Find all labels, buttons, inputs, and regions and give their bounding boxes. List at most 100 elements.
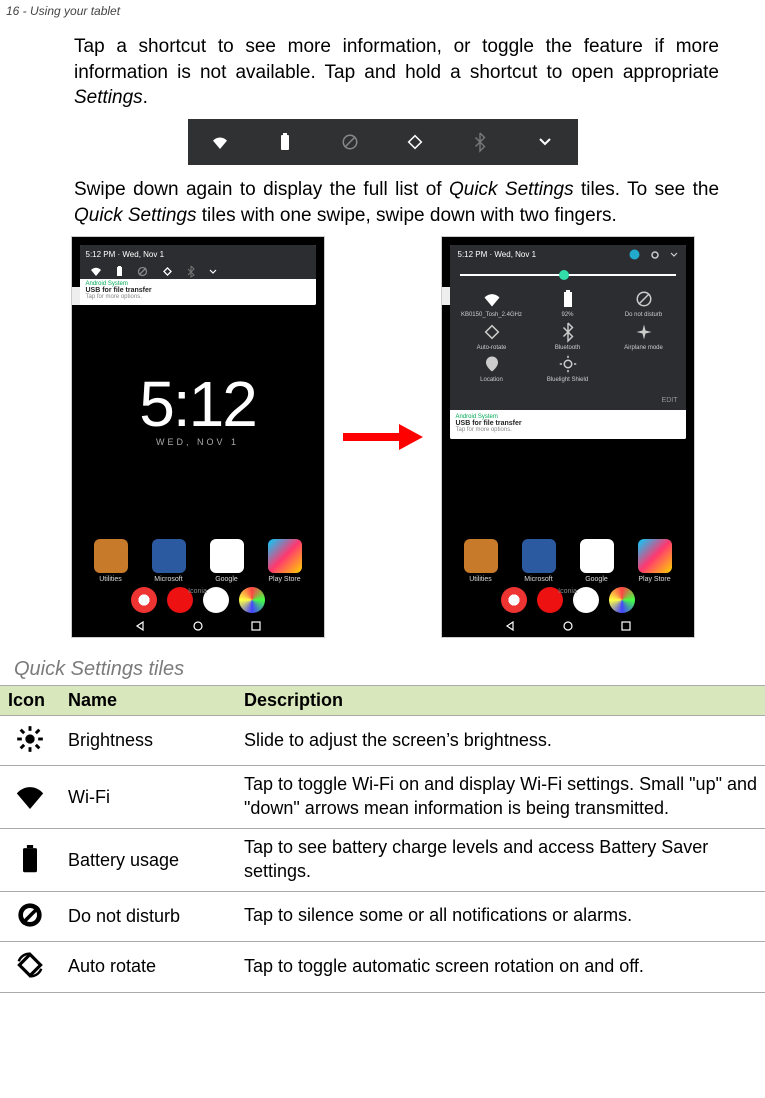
- table-row: Battery usage Tap to see battery charge …: [0, 829, 765, 892]
- app-utilities: Utilities: [94, 539, 128, 583]
- qs-tiles-grid: KB0150_Tosh_2.4GHz 92% Do not disturb Au…: [450, 282, 686, 394]
- nav-back-icon: [135, 621, 145, 631]
- lockscreen-clock: 5:12 WED, NOV 1: [72, 367, 324, 447]
- tile-wifi: KB0150_Tosh_2.4GHz: [454, 290, 530, 319]
- app-utilities: Utilities: [464, 539, 498, 583]
- wifi-icon: [90, 266, 102, 276]
- app-microsoft: Microsoft: [522, 539, 556, 583]
- battery-icon: [255, 133, 315, 151]
- qs-time: 5:12 PM · Wed, Nov 1: [458, 250, 537, 259]
- gear-icon: [650, 250, 660, 260]
- tile-dnd: Do not disturb: [606, 290, 682, 319]
- nav-back-icon: [505, 621, 515, 631]
- table-row: Auto rotate Tap to toggle automatic scre…: [0, 941, 765, 992]
- tile-empty: [606, 355, 682, 384]
- notification-card: Android System USB for file transfer Tap…: [450, 410, 686, 439]
- app-playstore: Play Store: [638, 539, 672, 583]
- nav-home-icon: [563, 621, 573, 631]
- status-time: 5:12 PM · Wed, Nov 1: [80, 245, 316, 263]
- transition-arrow: [343, 424, 423, 450]
- dnd-icon: [320, 133, 380, 151]
- wifi-icon: [190, 135, 250, 149]
- p2-d: Quick Settings: [74, 205, 197, 226]
- brand-label: Iconia: [72, 588, 324, 595]
- app-google: Google: [210, 539, 244, 583]
- notif-title: USB for file transfer: [456, 420, 680, 427]
- row-name: Battery usage: [60, 829, 236, 892]
- quick-settings-panel: 5:12 PM · Wed, Nov 1 KB0150_Tosh_2.4GHz …: [450, 245, 686, 439]
- table-row: Brightness Slide to adjust the screen’s …: [0, 716, 765, 766]
- chevron-down-icon: [670, 252, 678, 257]
- tile-battery: 92%: [530, 290, 606, 319]
- p2-a: Swipe down again to display the full lis…: [74, 179, 449, 200]
- app-microsoft: Microsoft: [152, 539, 186, 583]
- app-row: Utilities Microsoft Google Play Store: [442, 539, 694, 583]
- lock-date: WED, NOV 1: [72, 437, 324, 447]
- row-desc: Tap to silence some or all notifications…: [236, 891, 765, 941]
- table-row: Do not disturb Tap to silence some or al…: [0, 891, 765, 941]
- tile-autorotate: Auto-rotate: [454, 323, 530, 352]
- row-desc: Tap to toggle automatic screen rotation …: [236, 941, 765, 992]
- row-name: Brightness: [60, 716, 236, 766]
- th-name: Name: [60, 686, 236, 716]
- battery-icon: [14, 843, 46, 875]
- nav-home-icon: [193, 621, 203, 631]
- user-icon: [629, 249, 640, 260]
- notification-card: Android System USB for file transfer Tap…: [80, 279, 316, 305]
- phones-figure: 5:12 PM · Wed, Nov 1 Android System USB …: [0, 236, 765, 638]
- notif-title: USB for file transfer: [86, 287, 310, 294]
- chevron-down-icon: [515, 138, 575, 146]
- lock-time: 5:12: [72, 367, 324, 441]
- quick-settings-table: Icon Name Description Brightness Slide t…: [0, 685, 765, 993]
- nav-bar: [72, 617, 324, 635]
- section-heading: Quick Settings tiles: [0, 652, 765, 685]
- tile-bluetooth: Bluetooth: [530, 323, 606, 352]
- row-desc: Tap to toggle Wi-Fi on and display Wi-Fi…: [236, 766, 765, 829]
- chevron-down-icon: [209, 269, 217, 274]
- p1-post: .: [143, 87, 148, 108]
- app-playstore: Play Store: [268, 539, 302, 583]
- p1-settings: Settings: [74, 87, 143, 108]
- notif-sub: Tap for more options.: [86, 294, 310, 300]
- row-name: Wi-Fi: [60, 766, 236, 829]
- phone-before: 5:12 PM · Wed, Nov 1 Android System USB …: [71, 236, 325, 638]
- row-desc: Slide to adjust the screen’s brightness.: [236, 716, 765, 766]
- th-icon: Icon: [0, 686, 60, 716]
- intro-paragraph-1: Tap a shortcut to see more information, …: [0, 34, 765, 111]
- row-name: Auto rotate: [60, 941, 236, 992]
- intro-paragraph-2: Swipe down again to display the full lis…: [0, 177, 765, 228]
- app-google: Google: [580, 539, 614, 583]
- dnd-icon: [137, 266, 148, 277]
- auto-rotate-icon: [162, 266, 173, 277]
- phone-after: 5:12 PM · Wed, Nov 1 KB0150_Tosh_2.4GHz …: [441, 236, 695, 638]
- row-desc: Tap to see battery charge levels and acc…: [236, 829, 765, 892]
- nav-bar: [442, 617, 694, 635]
- auto-rotate-icon: [385, 133, 445, 151]
- nav-recent-icon: [621, 621, 631, 631]
- wifi-icon: [14, 781, 46, 813]
- p2-c: tiles. To see the: [574, 179, 719, 200]
- quick-settings-bar-figure: [188, 119, 578, 165]
- brightness-icon: [14, 723, 46, 755]
- dnd-icon: [14, 899, 46, 931]
- row-name: Do not disturb: [60, 891, 236, 941]
- notif-sub: Tap for more options.: [456, 427, 680, 433]
- nav-recent-icon: [251, 621, 261, 631]
- th-desc: Description: [236, 686, 765, 716]
- brightness-slider: [450, 264, 686, 282]
- brand-label: Iconia: [442, 588, 694, 595]
- app-row: Utilities Microsoft Google Play Store: [72, 539, 324, 583]
- p2-b: Quick Settings: [449, 179, 574, 200]
- bluetooth-icon: [450, 133, 510, 151]
- table-row: Wi-Fi Tap to toggle Wi-Fi on and display…: [0, 766, 765, 829]
- bluetooth-icon: [187, 266, 195, 277]
- edit-label: EDIT: [450, 394, 686, 410]
- p1-a: Tap a shortcut to see more information, …: [74, 36, 719, 83]
- p2-e: tiles with one swipe, swipe down with tw…: [197, 205, 617, 226]
- qs-header: 5:12 PM · Wed, Nov 1: [450, 245, 686, 264]
- tile-airplane: Airplane mode: [606, 323, 682, 352]
- tile-location: Location: [454, 355, 530, 384]
- tile-bluelight: Bluelight Shield: [530, 355, 606, 384]
- page-header: 16 - Using your tablet: [0, 4, 765, 28]
- notification-shade: 5:12 PM · Wed, Nov 1 Android System USB …: [80, 245, 316, 305]
